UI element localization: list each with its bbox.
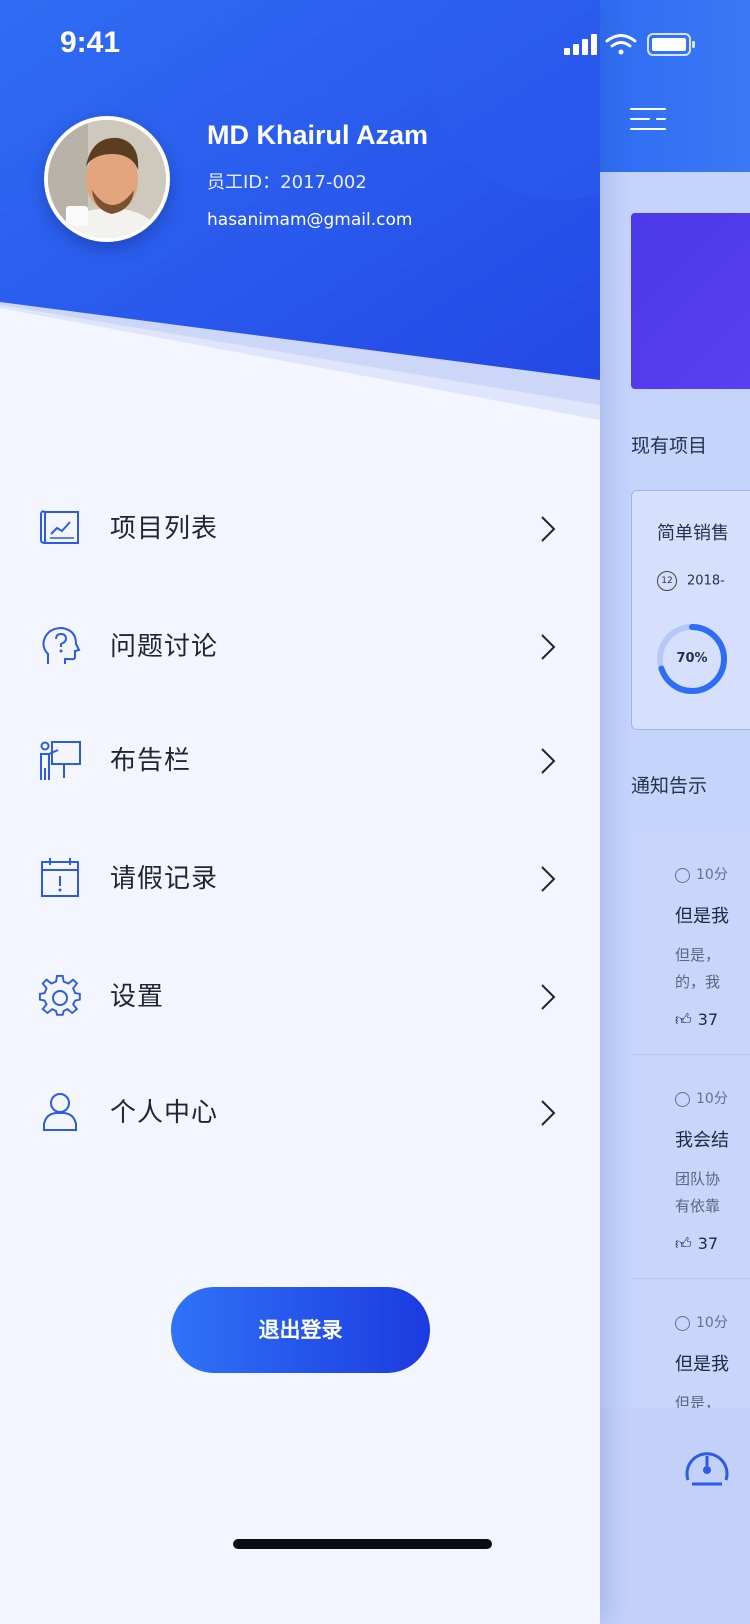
avatar[interactable]: [44, 116, 170, 242]
feed-body: 但是， 的，我: [675, 946, 721, 991]
menu-label: 设置: [110, 982, 165, 1012]
project-card-title: 简单销售: [657, 523, 729, 544]
menu-item-discussion[interactable]: 问题讨论: [0, 606, 600, 686]
menu-label: 项目列表: [110, 514, 219, 544]
home-indicator: [233, 1539, 492, 1549]
employee-id: 员工ID：2017-002: [207, 172, 367, 193]
logout-button[interactable]: 退出登录: [171, 1287, 430, 1373]
gear-icon: [38, 974, 81, 1016]
hamburger-menu-icon[interactable]: [630, 104, 670, 134]
thumbs-up-icon: 👍︎: [675, 1010, 692, 1029]
feed-title: 但是我: [675, 906, 729, 927]
menu-item-profile[interactable]: 个人中心: [0, 1072, 600, 1152]
clock-icon: [675, 1315, 690, 1331]
signal-icon: [564, 34, 597, 55]
chevron-right-icon: [541, 1100, 556, 1126]
clock-icon: [675, 867, 690, 883]
feed-time: 10分: [675, 1312, 728, 1332]
menu-item-leave-records[interactable]: 请假记录: [0, 838, 600, 918]
background-page: 现有项目 简单销售 12 2018- 70% 通知告示 10分 但是我 但是， 的，…: [600, 0, 750, 1624]
section-title-projects: 现有项目: [631, 435, 708, 457]
user-email: hasanimam@gmail.com: [207, 210, 413, 230]
status-bar: 9:41: [0, 0, 750, 88]
menu-item-settings[interactable]: 设置: [0, 956, 600, 1036]
project-card-date: 12 2018-: [657, 571, 725, 591]
project-card[interactable]: 简单销售 12 2018- 70%: [631, 490, 750, 730]
chevron-right-icon: [541, 748, 556, 774]
presentation-board-icon: [40, 741, 81, 780]
notice-feed: 10分 但是我 但是， 的，我 👍︎ 37 10分 我会结 团队协 有依靠 👍︎ 37 …: [631, 830, 750, 1412]
like-count[interactable]: 👍︎ 37: [675, 1234, 718, 1254]
feed-title: 但是我: [675, 1354, 729, 1375]
clock-icon: [675, 1091, 690, 1107]
menu-label: 个人中心: [110, 1098, 219, 1128]
menu-item-bulletin[interactable]: 布告栏: [0, 720, 600, 800]
section-title-notices: 通知告示: [631, 775, 708, 797]
chevron-right-icon: [541, 516, 556, 542]
thumbs-up-icon: 👍︎: [675, 1234, 692, 1253]
menu-label: 布告栏: [110, 746, 192, 776]
list-item[interactable]: 10分 我会结 团队协 有依靠 👍︎ 37: [631, 1054, 750, 1279]
user-icon: [43, 1093, 77, 1131]
calendar-alert-icon: [41, 858, 79, 897]
chevron-right-icon: [541, 634, 556, 660]
list-item[interactable]: 10分 但是我 但是， 的，我 👍︎ 37: [631, 830, 750, 1055]
chevron-right-icon: [541, 866, 556, 892]
head-question-icon: [42, 626, 81, 664]
profile-photo: [48, 120, 166, 238]
feed-time: 10分: [675, 864, 728, 884]
progress-label: 70%: [676, 651, 708, 666]
menu-item-project-list[interactable]: 项目列表: [0, 488, 600, 568]
blueprint-chart-icon: [40, 510, 79, 545]
wifi-icon: [605, 34, 637, 55]
chevron-right-icon: [541, 984, 556, 1010]
status-time: 9:41: [60, 26, 121, 59]
feed-time: 10分: [675, 1088, 728, 1108]
menu-label: 问题讨论: [110, 632, 219, 662]
dashboard-gauge-icon[interactable]: [682, 1442, 732, 1488]
side-drawer: MD Khairul Azam 员工ID：2017-002 hasanimam@…: [0, 0, 600, 1624]
battery-icon: [647, 33, 695, 56]
status-icons: [564, 33, 695, 56]
tab-bar: [600, 1408, 750, 1624]
like-count[interactable]: 👍︎ 37: [675, 1010, 718, 1030]
feed-title: 我会结: [675, 1130, 729, 1151]
calendar-icon: 12: [657, 571, 677, 591]
user-name: MD Khairul Azam: [207, 120, 429, 150]
feed-body: 团队协 有依靠: [675, 1170, 721, 1215]
banner[interactable]: [631, 213, 750, 389]
menu-label: 请假记录: [110, 864, 219, 894]
